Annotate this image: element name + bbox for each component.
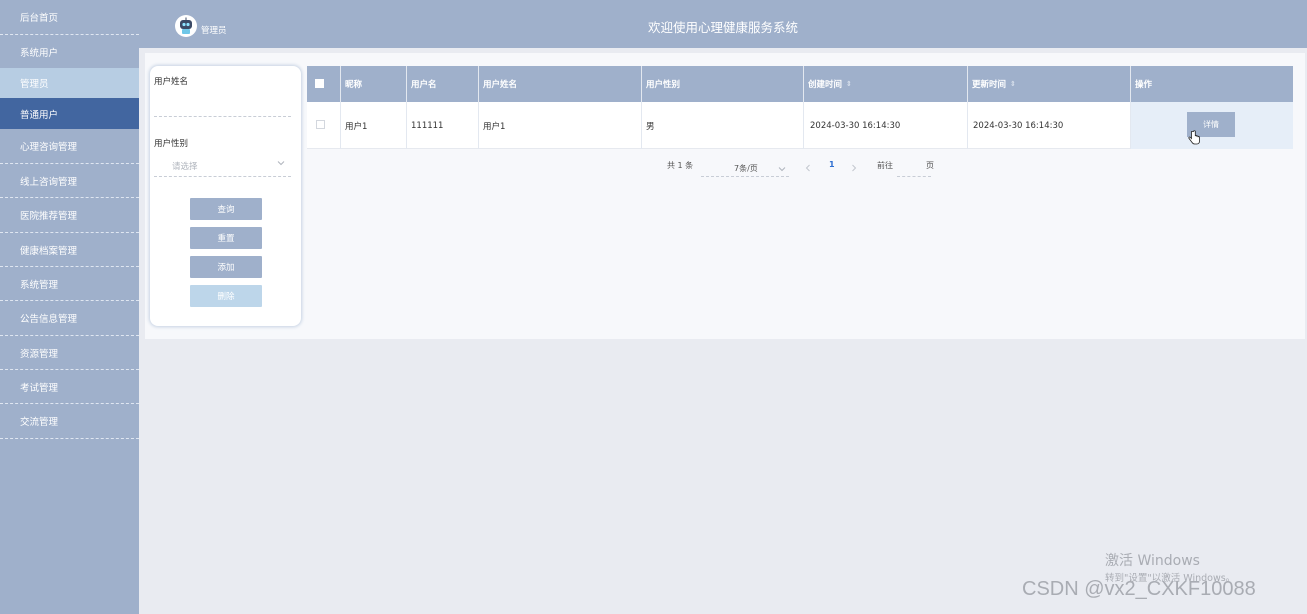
column-header-updated[interactable]: 更新时间 ⇕: [967, 66, 1130, 102]
column-header: 操作: [1135, 80, 1153, 90]
hand-cursor-icon: [1188, 130, 1200, 145]
windows-activation-title: 激活 Windows: [1105, 553, 1200, 569]
sidebar-item-label: 健康档案管理: [20, 245, 78, 257]
table-row: 用户1 111111 用户1 男 2024-03-30 16:14:30 202…: [307, 102, 1293, 149]
cell-actions: 详情: [1130, 102, 1293, 149]
column-header: 用户姓名: [483, 80, 518, 90]
sidebar-item-label: 线上咨询管理: [20, 176, 78, 188]
sidebar-item-label: 公告信息管理: [20, 314, 78, 325]
cell-updated: 2024-03-30 16:14:30: [973, 120, 1064, 131]
csdn-watermark: CSDN @vx2_CXKF10088: [1022, 578, 1256, 600]
sidebar-item-hospital[interactable]: 医院推荐管理: [0, 198, 139, 233]
add-button[interactable]: 添加: [190, 256, 262, 278]
sidebar-item-label: 资源管理: [20, 348, 59, 360]
gender-field-label: 用户性别: [154, 139, 189, 149]
sort-icon[interactable]: ⇕: [1010, 80, 1016, 88]
goto-suffix: 页: [926, 161, 934, 170]
sidebar-item-label: 普通用户: [20, 109, 59, 121]
next-page-icon[interactable]: [850, 164, 858, 172]
chevron-down-icon: [277, 161, 285, 166]
column-divider: [406, 66, 407, 149]
row-checkbox[interactable]: [316, 120, 325, 129]
cell-created: 2024-03-30 16:14:30: [810, 120, 901, 131]
cell-username: 111111: [411, 120, 444, 131]
page-size-select[interactable]: 7条/页: [701, 159, 789, 177]
sidebar-item-label: 系统管理: [20, 279, 59, 291]
sidebar-item-system[interactable]: 系统管理: [0, 267, 139, 301]
sidebar-item-label: 管理员: [20, 79, 49, 90]
name-field[interactable]: [154, 95, 291, 117]
pagination-total: 共 1 条: [667, 161, 694, 170]
sidebar-item-counseling[interactable]: 心理咨询管理: [0, 129, 139, 164]
select-all-checkbox[interactable]: [315, 79, 324, 88]
chevron-down-icon: [778, 167, 786, 172]
column-header-label: 创建时间: [808, 80, 843, 90]
column-header: 用户名: [411, 80, 437, 90]
column-divider: [1130, 66, 1131, 149]
column-divider: [340, 66, 341, 149]
gender-select[interactable]: 请选择: [154, 155, 291, 177]
sidebar-item-online-consult[interactable]: 线上咨询管理: [0, 164, 139, 198]
cell-real-name: 用户1: [483, 121, 506, 132]
sidebar-item-label: 心理咨询管理: [20, 142, 78, 153]
table-header: 昵称 用户名 用户姓名 用户性别 创建时间 ⇕ 更新时间 ⇕ 操作: [307, 66, 1293, 102]
sidebar-item-exchange[interactable]: 交流管理: [0, 404, 139, 439]
cell-gender: 男: [646, 121, 655, 132]
goto-label: 前往: [877, 161, 893, 170]
sidebar-item-resources[interactable]: 资源管理: [0, 336, 139, 370]
sidebar-item-label: 系统用户: [20, 47, 59, 59]
gender-select-placeholder: 请选择: [172, 161, 198, 172]
sidebar-item-label: 医院推荐管理: [20, 211, 78, 222]
page-title: 欢迎使用心理健康服务系统: [647, 20, 798, 35]
sidebar-item-normal-users[interactable]: 普通用户: [0, 98, 139, 129]
sort-icon[interactable]: ⇕: [846, 80, 852, 88]
column-divider: [967, 66, 968, 149]
name-field-label: 用户姓名: [154, 77, 189, 87]
reset-button[interactable]: 重置: [190, 227, 262, 249]
top-header: 管理员 欢迎使用心理健康服务系统: [139, 0, 1307, 48]
sidebar-item-label: 交流管理: [20, 417, 59, 428]
column-divider: [478, 66, 479, 149]
sidebar-item-health-records[interactable]: 健康档案管理: [0, 233, 139, 267]
sidebar-item-exams[interactable]: 考试管理: [0, 370, 139, 404]
sidebar-item-announcements[interactable]: 公告信息管理: [0, 301, 139, 336]
sidebar-item-admin[interactable]: 管理员: [0, 68, 139, 98]
sidebar-item-label: 考试管理: [20, 382, 59, 394]
column-divider: [641, 66, 642, 149]
query-button[interactable]: 查询: [190, 198, 262, 220]
users-table: 昵称 用户名 用户姓名 用户性别 创建时间 ⇕ 更新时间 ⇕ 操作 用户1 11…: [307, 66, 1293, 149]
name-input[interactable]: [154, 100, 291, 111]
page-size-value: 7条/页: [734, 164, 758, 173]
current-page[interactable]: 1: [829, 160, 835, 169]
column-header: 昵称: [345, 80, 363, 90]
column-divider: [803, 66, 804, 149]
column-header: 用户性别: [646, 80, 681, 90]
column-header-created[interactable]: 创建时间 ⇕: [803, 66, 967, 102]
prev-page-icon[interactable]: [804, 164, 812, 172]
delete-button[interactable]: 删除: [190, 285, 262, 307]
cell-nickname: 用户1: [345, 121, 368, 132]
sidebar-item-system-users[interactable]: 系统用户: [0, 35, 139, 68]
column-header-label: 更新时间: [972, 80, 1007, 90]
sidebar-item-label: 后台首页: [20, 13, 59, 24]
sidebar: 后台首页 系统用户 管理员 普通用户 心理咨询管理 线上咨询管理 医院推荐管理 …: [0, 0, 139, 614]
search-panel: 用户姓名 用户性别 请选择 查询 重置 添加 删除: [150, 66, 301, 326]
sidebar-item-home[interactable]: 后台首页: [0, 0, 139, 35]
